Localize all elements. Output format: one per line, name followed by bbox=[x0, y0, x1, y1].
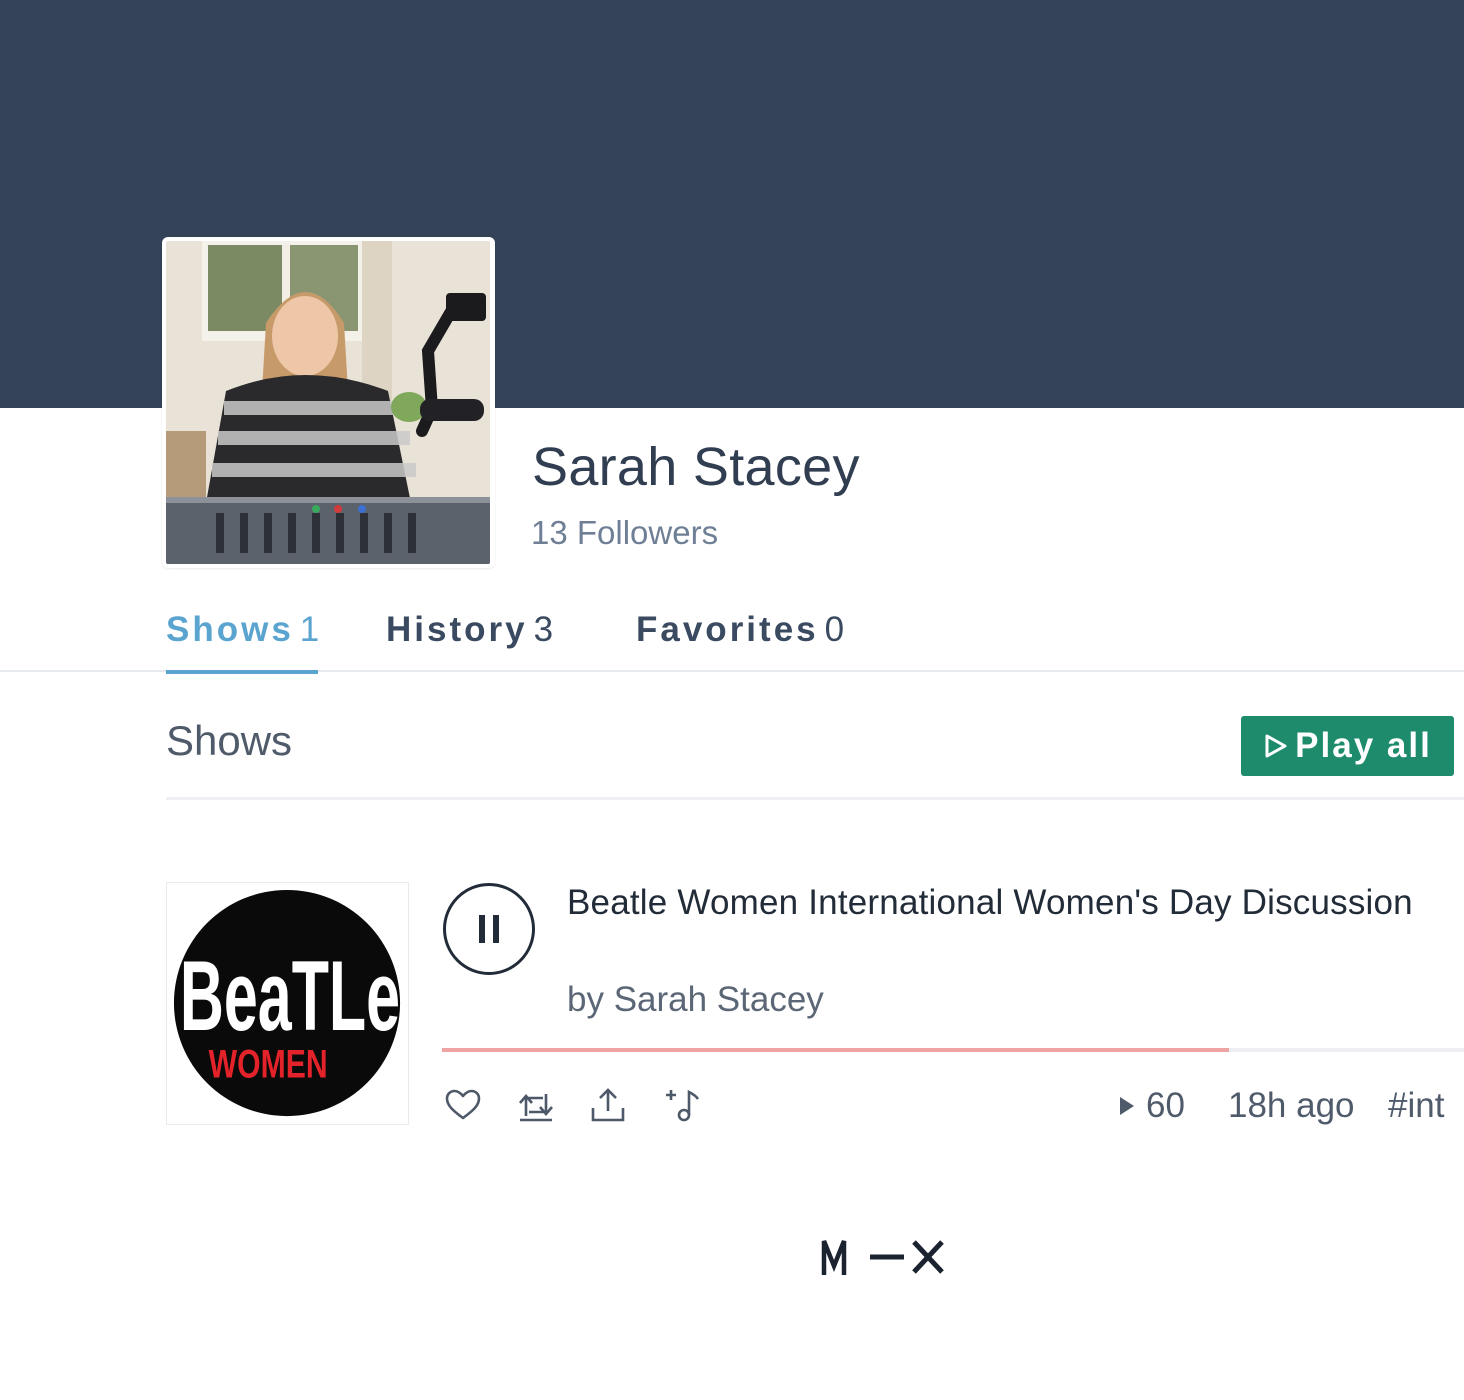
followers-count[interactable]: 13 Followers bbox=[531, 514, 718, 552]
section-divider bbox=[166, 797, 1464, 800]
play-count: 60 bbox=[1118, 1086, 1185, 1126]
mixcloud-logo[interactable] bbox=[820, 1236, 946, 1278]
profile-tabs: Shows 1 History 3 Favorites 0 bbox=[0, 600, 1464, 672]
repost-icon bbox=[519, 1094, 553, 1122]
progress-fill bbox=[442, 1048, 1229, 1052]
section-title: Shows bbox=[166, 717, 293, 764]
play-count-value: 60 bbox=[1146, 1086, 1185, 1125]
mx-logo-icon bbox=[821, 1240, 944, 1275]
beatle-women-logo: BeaTLe WOMEN bbox=[167, 883, 408, 1124]
tab-favorites-label: Favorites bbox=[636, 610, 819, 649]
pause-button[interactable] bbox=[443, 883, 535, 975]
tab-shows-count: 1 bbox=[299, 610, 320, 649]
share-icon bbox=[591, 1088, 625, 1122]
tab-shows[interactable]: Shows 1 bbox=[166, 610, 319, 650]
profile-avatar bbox=[162, 237, 495, 568]
add-to-queue-icon bbox=[666, 1089, 700, 1122]
repost-button[interactable] bbox=[514, 1083, 558, 1127]
show-title[interactable]: Beatle Women International Women's Day D… bbox=[567, 882, 1427, 923]
play-icon bbox=[1265, 734, 1287, 758]
tab-history-count: 3 bbox=[533, 610, 554, 649]
art-text-top: BeaTLe bbox=[180, 941, 400, 1052]
progress-track[interactable] bbox=[442, 1048, 1464, 1052]
tab-history[interactable]: History 3 bbox=[386, 610, 553, 650]
show-author[interactable]: by Sarah Stacey bbox=[567, 980, 824, 1020]
tab-shows-label: Shows bbox=[166, 610, 294, 649]
add-to-queue-button[interactable] bbox=[660, 1083, 704, 1127]
show-tag[interactable]: #int bbox=[1388, 1086, 1464, 1126]
favorite-button[interactable] bbox=[441, 1083, 485, 1127]
active-tab-indicator bbox=[166, 670, 318, 674]
play-all-label: Play all bbox=[1295, 726, 1432, 765]
heart-icon bbox=[445, 1089, 481, 1120]
avatar-photo bbox=[166, 241, 490, 564]
play-all-button[interactable]: Play all bbox=[1241, 716, 1454, 776]
show-artwork[interactable]: BeaTLe WOMEN bbox=[166, 882, 409, 1125]
profile-name: Sarah Stacey bbox=[532, 437, 860, 497]
play-count-icon bbox=[1120, 1097, 1134, 1115]
tab-favorites[interactable]: Favorites 0 bbox=[636, 610, 844, 650]
tab-history-label: History bbox=[386, 610, 528, 649]
share-button[interactable] bbox=[586, 1083, 630, 1127]
upload-time: 18h ago bbox=[1228, 1086, 1355, 1125]
tab-favorites-count: 0 bbox=[824, 610, 845, 649]
pause-icon bbox=[479, 915, 499, 943]
art-text-bottom: WOMEN bbox=[209, 1042, 328, 1086]
